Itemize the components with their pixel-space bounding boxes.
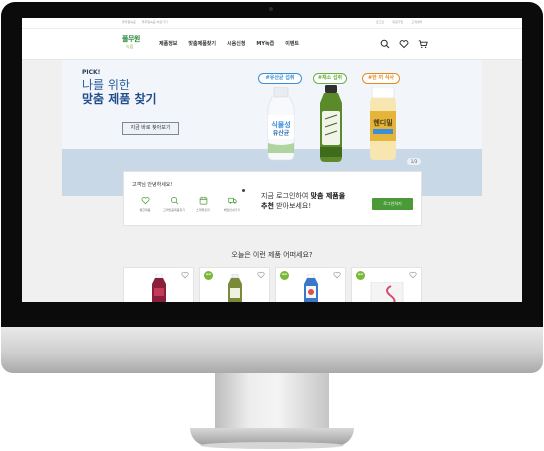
bottle3-label: 헨디밀 [373, 118, 392, 127]
menu-item-event[interactable]: 이벤트 [285, 41, 299, 48]
hero-title-line1: 나를 위한 [82, 78, 130, 92]
heart-outline-icon [141, 197, 149, 205]
product-bottle-vegetable [320, 85, 342, 162]
new-badge: NEW [204, 271, 213, 280]
utility-link-brand[interactable]: 풀무원녹즙 [122, 20, 136, 25]
wishlist-heart-icon[interactable] [181, 271, 189, 279]
website-screen: 풀무원녹즙 풀무원녹즙 바로가기 로그인 회원가입 고객센터 풀무원 녹즙 제품… [22, 18, 522, 302]
card-dot [242, 189, 245, 192]
menu-item-products[interactable]: 제품정보 [159, 41, 177, 48]
quick-link-delivery[interactable]: 배달안내가기 [217, 196, 247, 216]
cart-icon[interactable] [418, 39, 428, 49]
brand-logo[interactable]: 풀무원 녹즙 [122, 35, 144, 53]
new-badge: NEW [280, 271, 289, 280]
hashtag-probiotics[interactable]: #유산균 섭취 [258, 73, 302, 84]
product-image [304, 274, 318, 302]
menu-item-custom-find[interactable]: 맞춤제품찾기 [188, 41, 216, 48]
login-link[interactable]: 로그인 [376, 20, 384, 25]
quick-link-label: 스케줄관리 [196, 208, 210, 212]
signup-link[interactable]: 회원가입 [392, 20, 403, 25]
login-prompt: 지금 로그인하여 맞춤 제품을 추천 받아보세요! [261, 191, 345, 211]
wishlist-heart-icon[interactable] [257, 271, 265, 279]
wishlist-heart-icon[interactable] [409, 271, 417, 279]
product-image [152, 274, 166, 302]
utility-link-shortcut[interactable]: 풀무원녹즙 바로가기 [142, 20, 168, 25]
logo-text: 풀무원 [122, 35, 140, 43]
bottle1-sublabel: 유산균 [273, 129, 290, 137]
hero-pick-label: PICK! [82, 69, 101, 76]
login-prompt-part2: 받아보세요! [273, 202, 312, 210]
quick-link-wishlist[interactable]: 찜한제품 [130, 196, 160, 216]
camera-dot [269, 7, 273, 11]
bottle1-label: 식물성 [271, 120, 290, 129]
hashtag-vegetables[interactable]: #채소 섭취 [313, 73, 347, 84]
find-now-button[interactable]: 지금 바로 찾아보기 [122, 122, 179, 135]
product-card[interactable]: NEW [199, 267, 270, 302]
hero-pager[interactable]: 1/3 [407, 158, 421, 165]
greeting-text: 고객님 안녕하세요! [132, 182, 173, 188]
main-navigation: 풀무원 녹즙 제품정보 맞춤제품찾기 시음신청 MY녹즙 이벤트 [22, 29, 522, 60]
logo-subtext: 녹즙 [126, 44, 134, 49]
monitor-chin [1, 327, 543, 373]
product-image [228, 274, 242, 302]
menu-item-my[interactable]: MY녹즙 [256, 41, 274, 48]
quick-link-custom-find[interactable]: 고객맞춤제품찾기 [159, 196, 189, 216]
wishlist-heart-icon[interactable] [333, 271, 341, 279]
quick-link-label: 찜한제품 [139, 208, 151, 212]
login-prompt-part1: 지금 로그인하여 [261, 192, 311, 200]
monitor-stand-neck [215, 373, 329, 435]
recommend-title: 오늘은 이런 제품 어떠세요? [231, 251, 313, 259]
customer-center-link[interactable]: 고객센터 [411, 20, 422, 25]
heart-icon[interactable] [399, 39, 409, 49]
main-menu: 제품정보 맞춤제품찾기 시음신청 MY녹즙 이벤트 [159, 41, 299, 48]
quick-link-label: 고객맞춤제품찾기 [162, 208, 186, 212]
product-bottle-meal: 헨디밀 [370, 87, 396, 160]
login-prompt-bold2: 추천 [261, 202, 274, 210]
delivery-truck-icon [227, 197, 237, 204]
login-button[interactable]: 로그인하기 [372, 198, 413, 210]
imac-monitor: 풀무원녹즙 풀무원녹즙 바로가기 로그인 회원가입 고객센터 풀무원 녹즙 제품… [0, 0, 544, 451]
search-doc-icon [170, 196, 178, 205]
login-prompt-bold1: 맞춤 제품을 [310, 192, 346, 200]
new-badge: NEW [356, 271, 365, 280]
product-image [370, 282, 404, 302]
product-card[interactable] [123, 267, 194, 302]
search-icon[interactable] [380, 39, 390, 49]
utility-bar: 풀무원녹즙 풀무원녹즙 바로가기 로그인 회원가입 고객센터 [22, 18, 522, 29]
quick-link-label: 배달안내가기 [223, 208, 241, 212]
product-card[interactable]: NEW [275, 267, 346, 302]
menu-item-tasting[interactable]: 시음신청 [227, 41, 245, 48]
product-card[interactable]: NEW [351, 267, 422, 302]
calendar-icon [199, 196, 207, 205]
hero-title-line2: 맞춤 제품 찾기 [82, 92, 157, 106]
stand-shadow [200, 442, 344, 449]
product-bottle-probiotics: 식물성 유산균 [267, 87, 295, 161]
hashtag-meal[interactable]: #한 끼 식사 [362, 73, 400, 84]
quick-link-schedule[interactable]: 스케줄관리 [188, 196, 218, 216]
